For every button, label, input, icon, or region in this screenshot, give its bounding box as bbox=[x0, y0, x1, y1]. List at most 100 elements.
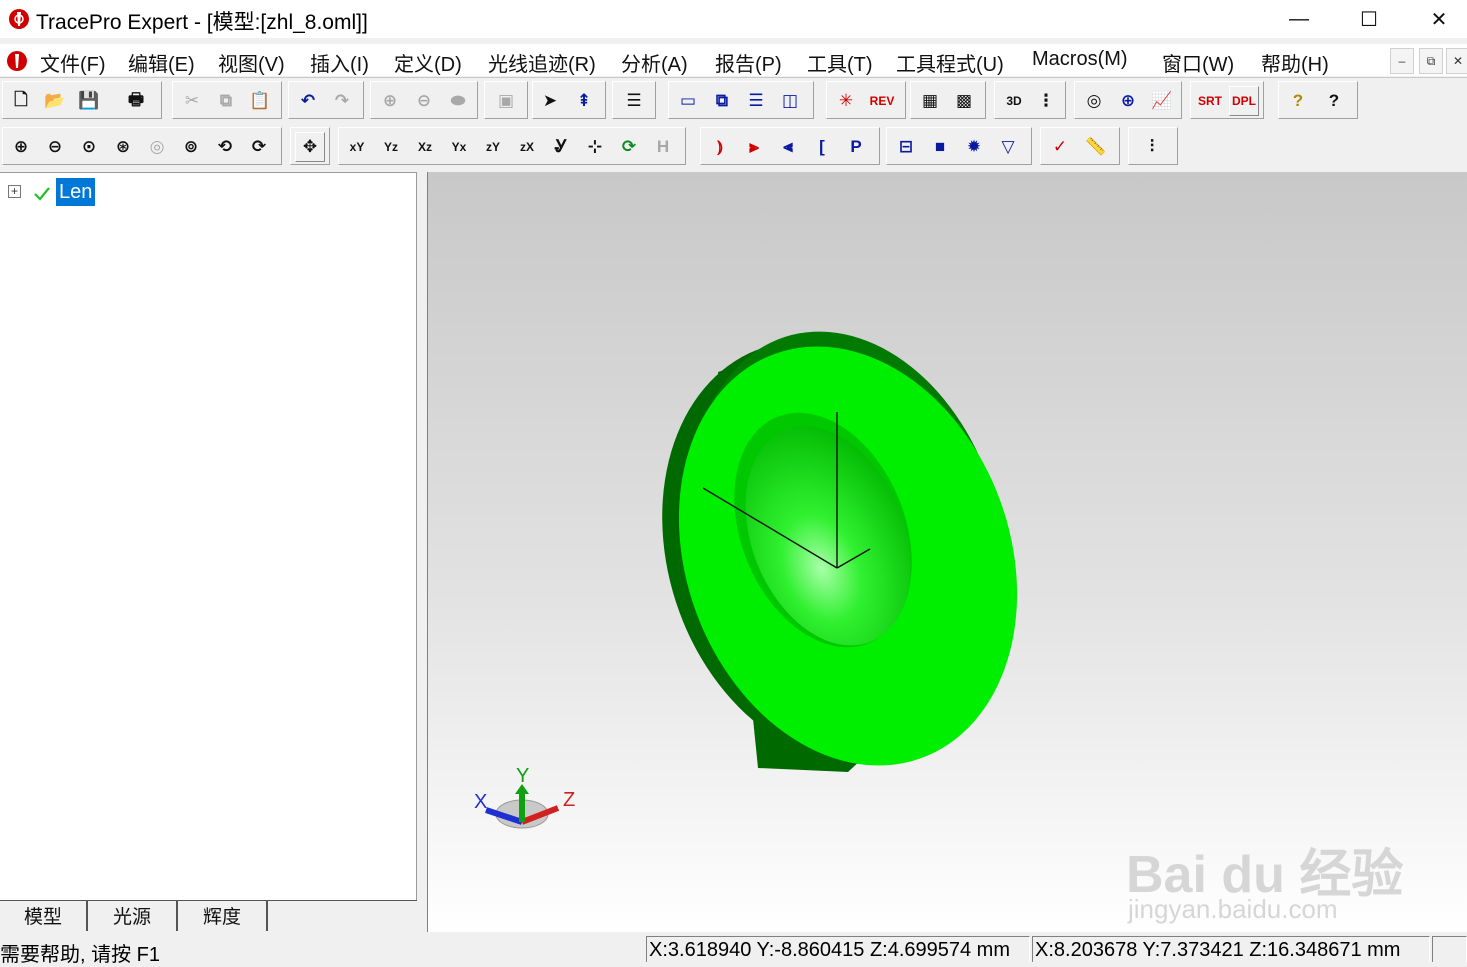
window-title: TracePro Expert - [模型:[zhl_8.oml]] bbox=[36, 11, 368, 34]
raytrace-icon[interactable]: ✳ bbox=[831, 86, 861, 116]
maximize-button[interactable]: ☐ bbox=[1346, 0, 1392, 38]
panel-splitter[interactable] bbox=[417, 172, 428, 932]
boolean-union-icon[interactable]: ⊕ bbox=[375, 86, 405, 116]
insert-prism-icon[interactable]: ⫷ bbox=[773, 132, 803, 162]
tile-horizontal-icon[interactable]: ☰ bbox=[741, 86, 771, 116]
select-surface-icon[interactable]: ⇞ bbox=[569, 86, 599, 116]
tree-expand-button[interactable]: + bbox=[8, 185, 21, 198]
check-toolbar-group: ✓ 📏 bbox=[1040, 127, 1120, 165]
context-help-icon[interactable]: ? bbox=[1319, 86, 1349, 116]
view-isometric-icon[interactable]: Ꮍ bbox=[546, 132, 576, 162]
display-3d-icon[interactable]: 3D bbox=[999, 86, 1029, 116]
insert-cone-icon[interactable]: ▽ bbox=[993, 132, 1023, 162]
source-properties-icon[interactable]: ◎ bbox=[1079, 86, 1109, 116]
view-axes-icon[interactable]: ⊹ bbox=[580, 132, 610, 162]
zoom-out-icon[interactable]: ⊖ bbox=[40, 132, 70, 162]
insert-bracket-icon[interactable]: [ bbox=[807, 132, 837, 162]
copy-icon[interactable]: ⧉ bbox=[211, 86, 241, 116]
view-rotate-icon[interactable]: ⟳ bbox=[614, 132, 644, 162]
lens-model[interactable] bbox=[609, 291, 1073, 814]
model-viewport[interactable]: X Y Z Bai du 经验 jingyan.baidu.com bbox=[428, 172, 1467, 932]
menu-view[interactable]: 视图(V) bbox=[218, 48, 285, 77]
plot-icon[interactable]: 📈 bbox=[1147, 86, 1177, 116]
status-pick-coordinates: X:8.203678 Y:7.373421 Z:16.348671 mm bbox=[1032, 936, 1430, 962]
wave-icon[interactable]: ⫶ bbox=[1137, 132, 1167, 162]
menu-window[interactable]: 窗口(W) bbox=[1162, 48, 1234, 77]
new-view-icon[interactable]: ▭ bbox=[673, 86, 703, 116]
tree-item-len[interactable]: Len bbox=[56, 178, 96, 206]
clipboard-toolbar-group: ✂ ⧉ 📋 bbox=[172, 81, 282, 119]
view-xz-icon[interactable]: Xz bbox=[410, 132, 440, 162]
menu-file[interactable]: 文件(F) bbox=[40, 48, 106, 77]
pan-icon[interactable]: ✥ bbox=[295, 132, 325, 162]
mdi-close-button[interactable]: ✕ bbox=[1446, 48, 1467, 74]
insert-mirror-icon[interactable]: ⫸ bbox=[739, 132, 769, 162]
insert-p-icon[interactable]: P bbox=[841, 132, 871, 162]
insert-block-icon[interactable]: ■ bbox=[925, 132, 955, 162]
view-zx-icon[interactable]: zX bbox=[512, 132, 542, 162]
zoom-selection-icon[interactable]: ⊚ bbox=[176, 132, 206, 162]
menu-analysis[interactable]: 分析(A) bbox=[621, 48, 688, 77]
mdi-minimize-button[interactable]: – bbox=[1390, 48, 1414, 74]
boolean-subtract-icon[interactable]: ⊖ bbox=[409, 86, 439, 116]
display-rays-icon[interactable]: ⋮ bbox=[1031, 86, 1061, 116]
rotate-view-icon[interactable]: ⟲ bbox=[210, 132, 240, 162]
ruler-icon[interactable]: 📏 bbox=[1081, 132, 1111, 162]
insert-lens-icon[interactable]: ⦆ bbox=[705, 132, 735, 162]
view-yz-icon[interactable]: Yz bbox=[376, 132, 406, 162]
zoom-window-icon[interactable]: ⊙ bbox=[74, 132, 104, 162]
zoom-previous-icon[interactable]: ◎ bbox=[142, 132, 172, 162]
raytrace-toolbar-group: ✳ REV bbox=[826, 81, 906, 119]
close-button[interactable]: ✕ bbox=[1416, 0, 1462, 38]
tile-vertical-icon[interactable]: ◫ bbox=[775, 86, 805, 116]
properties-icon[interactable]: ▣ bbox=[491, 86, 521, 116]
notes-icon[interactable]: ☰ bbox=[619, 86, 649, 116]
insert-sphere-icon[interactable]: ✹ bbox=[959, 132, 989, 162]
tab-model[interactable]: 模型 bbox=[0, 901, 88, 931]
minimize-button[interactable]: — bbox=[1276, 0, 1322, 38]
view-h-icon[interactable]: H bbox=[648, 132, 678, 162]
mdi-restore-button[interactable]: ⧉ bbox=[1419, 48, 1443, 74]
tab-luminance[interactable]: 辉度 bbox=[178, 901, 268, 931]
menu-macros[interactable]: Macros(M) bbox=[1032, 48, 1128, 71]
view-yx-icon[interactable]: Yx bbox=[444, 132, 474, 162]
undo-icon[interactable]: ↶ bbox=[293, 86, 323, 116]
view-zy-icon[interactable]: zY bbox=[478, 132, 508, 162]
paste-icon[interactable]: 📋 bbox=[245, 86, 275, 116]
select-object-icon[interactable]: ➤ bbox=[535, 86, 565, 116]
zoom-in-icon[interactable]: ⊕ bbox=[6, 132, 36, 162]
print-icon[interactable]: 🖶 bbox=[121, 86, 151, 116]
boolean-intersect-icon[interactable]: ⬬ bbox=[443, 86, 473, 116]
view-xy-icon[interactable]: xY bbox=[342, 132, 372, 162]
cut-icon[interactable]: ✂ bbox=[177, 86, 207, 116]
insert-box-icon[interactable]: ⊟ bbox=[891, 132, 921, 162]
menu-bar: 文件(F) 编辑(E) 视图(V) 插入(I) 定义(D) 光线追迹(R) 分析… bbox=[0, 44, 1467, 76]
menu-utilities[interactable]: 工具程式(U) bbox=[896, 48, 1004, 77]
display-toolbar-group: 3D ⋮ bbox=[994, 81, 1066, 119]
menu-tools[interactable]: 工具(T) bbox=[807, 48, 873, 77]
menu-raytrace[interactable]: 光线追迹(R) bbox=[488, 48, 596, 77]
irradiance-map-icon[interactable]: ▦ bbox=[915, 86, 945, 116]
menu-define[interactable]: 定义(D) bbox=[394, 48, 462, 77]
redo-icon[interactable]: ↷ bbox=[327, 86, 357, 116]
document-logo-icon[interactable] bbox=[6, 50, 28, 72]
dpl-icon[interactable]: DPL bbox=[1229, 86, 1259, 116]
open-file-icon[interactable]: 📂 bbox=[40, 86, 70, 116]
menu-insert[interactable]: 插入(I) bbox=[310, 48, 369, 77]
candela-map-icon[interactable]: ▩ bbox=[949, 86, 979, 116]
menu-help[interactable]: 帮助(H) bbox=[1261, 48, 1329, 77]
globe-icon[interactable]: ⊕ bbox=[1113, 86, 1143, 116]
new-file-icon[interactable]: 🗋 bbox=[6, 86, 36, 116]
reverse-raytrace-icon[interactable]: REV bbox=[867, 86, 897, 116]
menu-edit[interactable]: 编辑(E) bbox=[128, 48, 195, 77]
save-file-icon[interactable]: 💾 bbox=[74, 86, 104, 116]
menu-reports[interactable]: 报告(P) bbox=[715, 48, 782, 77]
tab-source[interactable]: 光源 bbox=[88, 901, 178, 931]
rotate-view-2-icon[interactable]: ⟳ bbox=[244, 132, 274, 162]
check-icon[interactable]: ✓ bbox=[1045, 132, 1075, 162]
srt-icon[interactable]: SRT bbox=[1195, 86, 1225, 116]
window-toolbar-group: ▭ ⧉ ☰ ◫ bbox=[668, 81, 814, 119]
cascade-windows-icon[interactable]: ⧉ bbox=[707, 86, 737, 116]
help-icon[interactable]: ? bbox=[1283, 86, 1313, 116]
zoom-all-icon[interactable]: ⊛ bbox=[108, 132, 138, 162]
